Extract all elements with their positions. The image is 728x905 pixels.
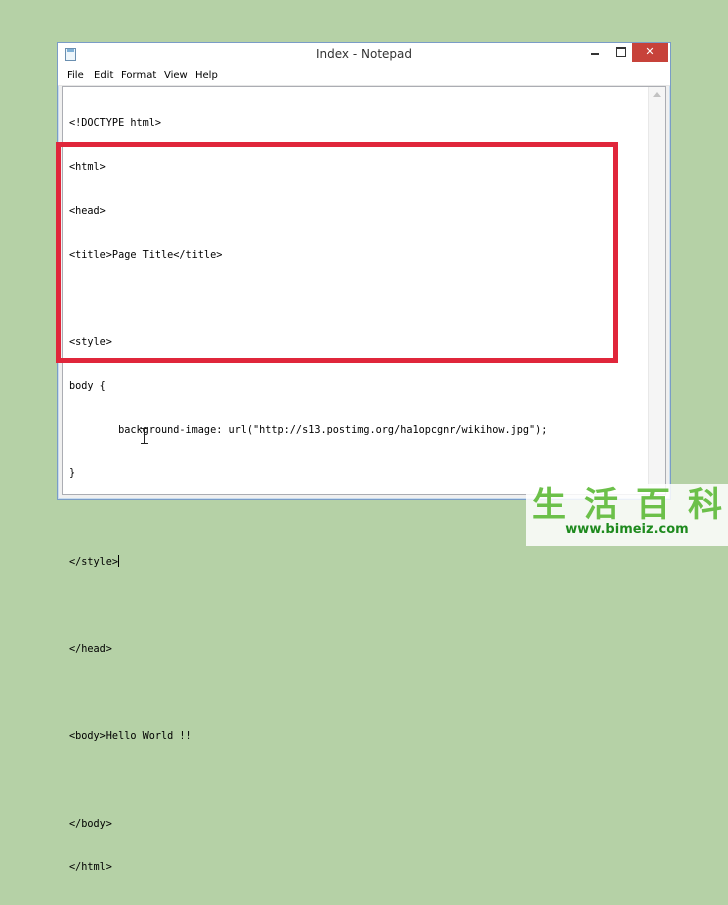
code-line: </body>: [69, 818, 112, 830]
highlight-annotation-box: [56, 142, 618, 363]
menu-edit[interactable]: Edit: [94, 70, 113, 81]
menu-bar: File Edit Format View Help: [58, 67, 670, 86]
code-line: <body>Hello World !!: [69, 731, 192, 743]
code-line: </html>: [69, 862, 112, 874]
window-title: Index - Notepad: [316, 47, 412, 61]
title-bar[interactable]: Index - Notepad ✕: [58, 43, 670, 67]
watermark-url: www.bimeiz.com: [565, 522, 689, 537]
text-caret: [118, 555, 120, 567]
vertical-scrollbar[interactable]: [648, 87, 665, 494]
code-line-text: </style>: [69, 557, 119, 568]
watermark-characters: 生 活 百 科: [532, 486, 722, 524]
menu-help[interactable]: Help: [195, 70, 218, 81]
text-cursor-icon: [141, 428, 149, 444]
watermark-char: 生: [532, 485, 566, 525]
menu-format[interactable]: Format: [121, 70, 156, 81]
code-line: </head>: [69, 643, 112, 655]
scroll-up-arrow-icon[interactable]: [653, 92, 661, 97]
watermark-logo: 生 活 百 科 www.bimeiz.com: [526, 484, 728, 546]
minimize-button[interactable]: [582, 43, 608, 62]
watermark-char: 百: [636, 485, 670, 525]
code-line: }: [69, 468, 76, 480]
code-line: <!DOCTYPE html>: [69, 118, 162, 130]
close-button[interactable]: ✕: [632, 43, 668, 62]
watermark-char: 活: [584, 485, 618, 525]
watermark-char: 科: [688, 485, 722, 525]
maximize-button[interactable]: [608, 43, 634, 62]
menu-file[interactable]: File: [67, 70, 84, 81]
code-line-with-caret: </style>: [69, 555, 547, 570]
menu-view[interactable]: View: [164, 70, 188, 81]
code-line: body {: [69, 380, 106, 392]
